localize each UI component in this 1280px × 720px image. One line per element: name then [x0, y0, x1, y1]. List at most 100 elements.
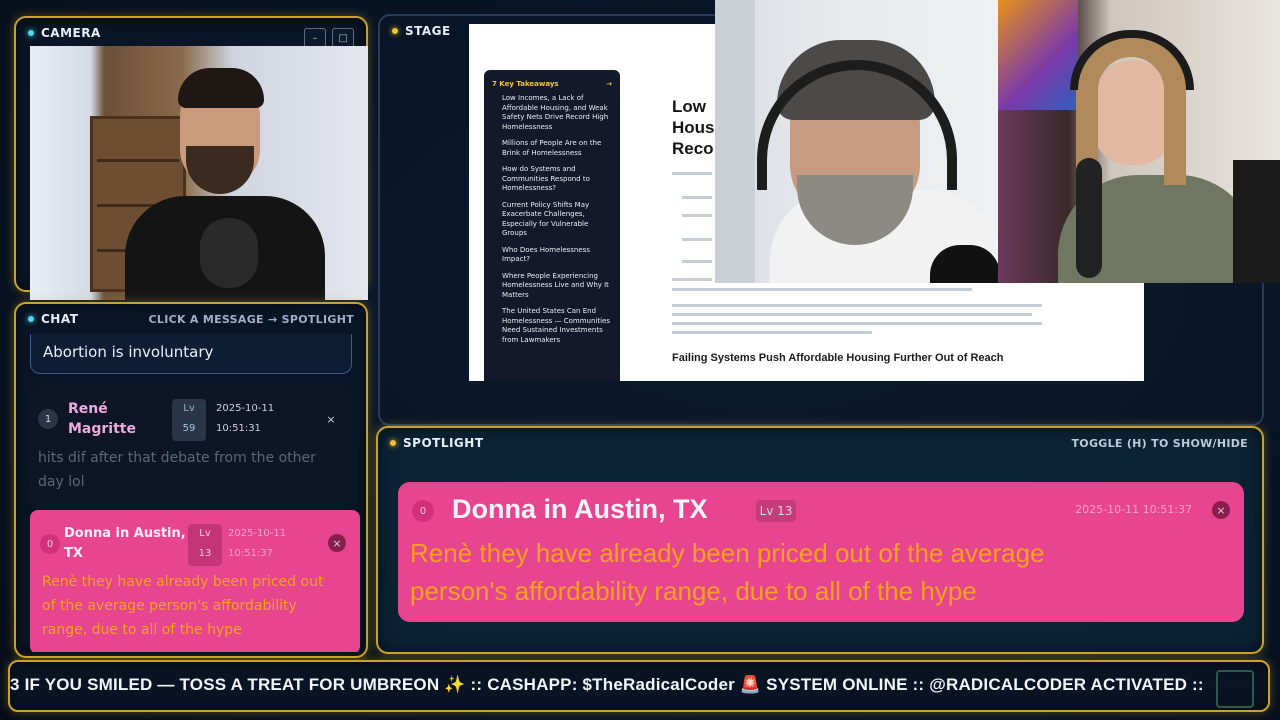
person-hair [178, 68, 264, 108]
chair-image [1233, 160, 1280, 283]
level-badge: Lv 59 [172, 399, 206, 441]
chat-message-list[interactable]: Abortion is involuntary 1 René Magritte … [24, 334, 362, 652]
logo-icon [1216, 670, 1254, 708]
chat-hint: CLICK A MESSAGE → SPOTLIGHT [148, 313, 354, 326]
toc-item[interactable]: Millions of People Are on the Brink of H… [492, 139, 612, 158]
body-text-line [682, 260, 712, 263]
toc-item[interactable]: How do Systems and Communities Respond t… [492, 165, 612, 194]
spotlight-author: Donna in Austin, TX [452, 494, 708, 524]
guest-camera-feed-2 [998, 0, 1280, 283]
text-line: day lol [38, 474, 85, 490]
document-subheading: Failing Systems Push Affordable Housing … [672, 352, 1004, 364]
spotlight-message-text: Renè they have already been priced out o… [410, 534, 1230, 610]
key-takeaways-sidebar: 7 Key Takeaways → Low Incomes, a Lack of… [484, 70, 620, 381]
camera-video-feed [30, 46, 368, 300]
level-label: Lv [183, 403, 195, 414]
body-text-line [682, 238, 712, 241]
status-dot-icon [390, 440, 396, 446]
close-icon[interactable]: × [328, 534, 346, 552]
toc-item[interactable]: Who Does Homelessness Impact? [492, 246, 612, 265]
toc-header: 7 Key Takeaways → [492, 80, 612, 88]
message-index-badge: 0 [412, 500, 434, 522]
body-text-line [672, 172, 712, 175]
chat-message-pinned[interactable]: Abortion is involuntary [30, 334, 352, 374]
microphone-image [200, 218, 258, 288]
author-line: TX [64, 546, 83, 561]
level-badge: Lv 13 [756, 500, 796, 522]
status-dot-icon [28, 316, 34, 322]
body-text-line [672, 331, 872, 334]
status-dot-icon [392, 28, 398, 34]
toc-arrow-icon: → [606, 80, 612, 88]
ticker-text: 3 IF YOU SMILED — TOSS A TREAT FOR UMBRE… [10, 675, 1204, 694]
spotlight-panel-title: SPOTLIGHT [390, 436, 484, 450]
heading-line: Hous [672, 118, 715, 137]
guest-camera-feed-1 [715, 0, 998, 283]
text-line: Renè they have already been priced out o… [410, 538, 1045, 568]
ticker-bar: 3 IF YOU SMILED — TOSS A TREAT FOR UMBRE… [8, 660, 1270, 712]
message-index-badge: 1 [38, 409, 58, 429]
heading-line: Low [672, 97, 706, 116]
stage-title-label: STAGE [405, 24, 451, 38]
text-line: of the average person's affordability [42, 598, 297, 614]
document-heading: Low Hous Reco [672, 96, 715, 159]
chat-message[interactable]: 1 René Magritte Lv 59 2025-10-11 10:51:3… [30, 388, 352, 506]
spotlight-toggle-hint[interactable]: TOGGLE (H) TO SHOW/HIDE [1071, 437, 1248, 450]
status-dot-icon [28, 30, 34, 36]
message-text: Renè they have already been priced out o… [42, 570, 323, 642]
message-timestamp: 2025-10-11 10:51:37 [228, 524, 286, 564]
stage-panel-title: STAGE [392, 24, 451, 38]
toc-item[interactable]: Where People Experiencing Homelessness L… [492, 272, 612, 301]
text-line: person's affordability range, due to all… [410, 576, 977, 606]
message-timestamp: 2025-10-11 10:51:31 [216, 399, 274, 439]
body-text-line [682, 214, 712, 217]
close-icon[interactable]: × [1212, 501, 1230, 519]
spotlight-panel: SPOTLIGHT TOGGLE (H) TO SHOW/HIDE 0 Donn… [376, 426, 1264, 654]
level-label: Lv [199, 528, 211, 539]
body-text-line [672, 313, 1032, 316]
tv-screen-image [998, 0, 1078, 110]
camera-title-label: CAMERA [41, 26, 101, 40]
toc-item[interactable]: The United States Can End Homelessness —… [492, 307, 612, 345]
toc-title: 7 Key Takeaways [492, 80, 559, 88]
level-value: 59 [182, 423, 196, 434]
body-text-line [672, 304, 1042, 307]
chat-message-highlighted[interactable]: 0 Donna in Austin, TX Lv 13 2025-10-11 1… [30, 510, 360, 652]
spotlight-message-card[interactable]: 0 Donna in Austin, TX Lv 13 2025-10-11 1… [398, 482, 1244, 622]
headphones-icon [1070, 30, 1194, 90]
chat-title-label: CHAT [41, 312, 79, 326]
close-icon[interactable]: × [322, 410, 340, 428]
message-date: 2025-10-11 [228, 528, 287, 539]
text-line: range, due to all of the hype [42, 622, 242, 638]
message-index-badge: 0 [40, 534, 60, 554]
spotlight-title-label: SPOTLIGHT [403, 436, 484, 450]
maximize-button[interactable]: □ [332, 28, 354, 48]
body-text-line [672, 322, 1042, 325]
camera-panel: CAMERA – □ [14, 16, 368, 300]
chat-panel: CHAT CLICK A MESSAGE → SPOTLIGHT Abortio… [14, 302, 368, 658]
microphone-image [1076, 158, 1102, 278]
toc-item[interactable]: Current Policy Shifts May Exacerbate Cha… [492, 201, 612, 239]
microphone-image [930, 245, 998, 283]
message-time: 10:51:31 [216, 423, 261, 434]
toc-item[interactable]: Low Incomes, a Lack of Affordable Housin… [492, 94, 612, 132]
person-beard [186, 146, 254, 194]
minimize-button[interactable]: – [304, 28, 326, 48]
camera-panel-title: CAMERA [28, 26, 101, 40]
author-line: Donna in Austin, [64, 526, 186, 541]
message-author: Donna in Austin, TX [64, 524, 186, 564]
message-date: 2025-10-11 [216, 403, 275, 414]
author-line: Magritte [68, 421, 136, 437]
message-text: hits dif after that debate from the othe… [38, 446, 316, 494]
chat-panel-title: CHAT [28, 312, 78, 326]
heading-line: Reco [672, 139, 714, 158]
body-text-line [672, 288, 972, 291]
level-badge: Lv 13 [188, 524, 222, 566]
message-time: 10:51:37 [228, 548, 273, 559]
body-text-line [672, 278, 712, 281]
author-line: René [68, 401, 108, 417]
level-value: 13 [198, 548, 212, 559]
body-text-line [682, 196, 712, 199]
camera-window-controls: – □ [304, 28, 354, 48]
spotlight-timestamp: 2025-10-11 10:51:37 [1075, 503, 1192, 516]
